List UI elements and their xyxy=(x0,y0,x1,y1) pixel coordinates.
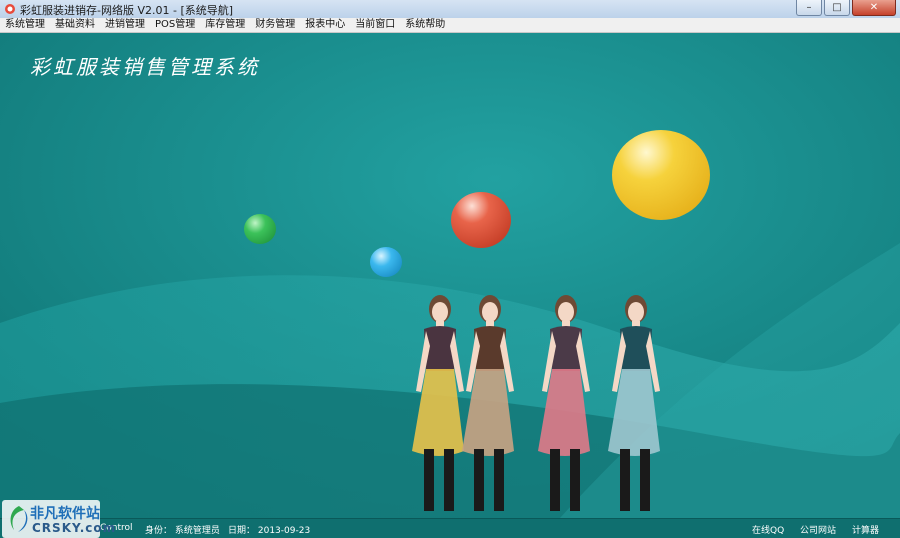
menu-inventory[interactable]: 库存管理 xyxy=(200,18,250,32)
menu-reports[interactable]: 报表中心 xyxy=(300,18,350,32)
menu-pos[interactable]: POS管理 xyxy=(150,18,200,32)
status-identity: 身份： 系统管理员 xyxy=(145,526,220,536)
company-website-link[interactable]: 公司网站 xyxy=(800,523,836,536)
menu-finance[interactable]: 财务管理 xyxy=(250,18,300,32)
pink-skirt-model-figure xyxy=(538,295,590,511)
main-workspace: 彩虹服装销售管理系统 xyxy=(0,33,900,518)
close-button[interactable]: ✕ xyxy=(852,0,896,16)
online-qq-link[interactable]: 在线QQ xyxy=(752,523,784,536)
blue-bubble xyxy=(370,247,402,277)
menu-bar: 系统管理 基础资料 进销管理 POS管理 库存管理 财务管理 报表中心 当前窗口… xyxy=(0,18,900,33)
menu-basic-data[interactable]: 基础资料 xyxy=(50,18,100,32)
green-bubble xyxy=(244,214,276,244)
app-icon xyxy=(5,4,15,14)
menu-purchase-sales[interactable]: 进销管理 xyxy=(100,18,150,32)
status-bar: Control 身份： 系统管理员 日期： 2013-09-23 在线QQ 公司… xyxy=(0,518,900,538)
watermark-en: CRSKY.com xyxy=(32,521,117,535)
app-title: 彩虹服装销售管理系统 xyxy=(30,55,260,79)
app-window: 彩虹服装进销存-网络版 V2.01 - [系统导航] – □ ✕ 系统管理 基础… xyxy=(0,0,900,538)
tan-skirt-model-figure xyxy=(462,295,514,511)
crsky-logo-icon xyxy=(10,506,28,532)
watermark-cn: 非凡软件站 xyxy=(30,506,100,522)
menu-current-window[interactable]: 当前窗口 xyxy=(350,18,400,32)
menu-help[interactable]: 系统帮助 xyxy=(400,18,450,32)
calculator-link[interactable]: 计算器 xyxy=(852,523,879,536)
yellow-bubble xyxy=(612,130,710,220)
teal-skirt-model-figure xyxy=(608,295,660,511)
menu-system-management[interactable]: 系统管理 xyxy=(0,18,50,32)
red-bubble xyxy=(451,192,511,248)
status-date: 日期： 2013-09-23 xyxy=(228,526,311,536)
title-bar: 彩虹服装进销存-网络版 V2.01 - [系统导航] – □ ✕ xyxy=(0,0,900,19)
watermark-logo: 非凡软件站 CRSKY.com xyxy=(2,500,115,538)
minimize-button[interactable]: – xyxy=(796,0,822,16)
maximize-button[interactable]: □ xyxy=(824,0,850,16)
window-title: 彩虹服装进销存-网络版 V2.01 - [系统导航] xyxy=(20,4,234,17)
